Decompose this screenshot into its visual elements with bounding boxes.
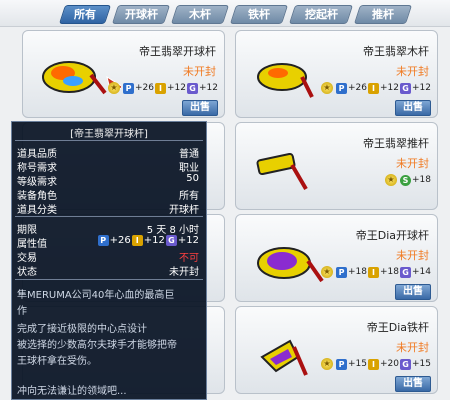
- control-icon: I: [368, 266, 379, 278]
- star-icon: ★: [108, 82, 120, 94]
- item-card[interactable]: 帝王Dia铁杆 未开封 ★ P +15 I +20 G +15 出售: [235, 306, 438, 394]
- item-name: 帝王Dia开球杆: [355, 229, 429, 242]
- power-icon: P: [336, 266, 347, 278]
- item-tooltip: [帝王翡翠开球杆] 道具品质 普通 称号需求 职业 等级需求 50 装备角色 所有 道具…: [11, 121, 207, 400]
- tab-wood[interactable]: 木杆: [170, 5, 230, 24]
- divider: [15, 279, 203, 280]
- item-card[interactable]: 帝王翡翠推杆 未开封 ★ S +18: [235, 122, 438, 210]
- iron-club-icon: [260, 339, 308, 376]
- star-icon: ★: [321, 266, 333, 278]
- tooltip-row: 交易 不可: [17, 253, 199, 264]
- control-icon: I: [131, 235, 143, 246]
- tooltip-row: 等级需求 50: [17, 173, 199, 188]
- description-line: 完成了接近极限的中心点设计: [17, 324, 147, 335]
- category-tabs: 所有 开球杆 木杆 铁杆 挖起杆 推杆: [0, 0, 450, 27]
- description-line: 被选择的少数高尔夫球手才能够把帝: [17, 340, 177, 351]
- tooltip-row: 道具分类 开球杆: [17, 205, 199, 216]
- driver-club-icon: [257, 247, 324, 283]
- putter-club-icon: [256, 152, 308, 191]
- star-icon: ★: [321, 358, 333, 370]
- sell-button[interactable]: 出售: [395, 376, 431, 392]
- description-line: 隼MERUMA公司40年心血的最高巨: [17, 290, 175, 301]
- control-icon: I: [368, 358, 379, 370]
- power-icon: P: [97, 235, 109, 246]
- sell-button[interactable]: 出售: [395, 284, 431, 300]
- item-status: 未开封: [396, 65, 429, 78]
- item-card[interactable]: 帝王Dia开球杆 未开封 ★ P +18 I +18 G +14 出售: [235, 214, 438, 302]
- tab-driver[interactable]: 开球杆: [111, 5, 171, 24]
- spin-icon: G: [400, 82, 411, 94]
- attr-values: P +26 I +12 G +12: [97, 235, 199, 246]
- item-status: 未开封: [396, 341, 429, 354]
- tooltip-title: [帝王翡翠开球杆]: [70, 129, 148, 140]
- tab-putter[interactable]: 推杆: [353, 5, 413, 24]
- item-name: 帝王翡翠开球杆: [139, 45, 216, 58]
- spin-icon: G: [187, 82, 198, 94]
- divider: [15, 216, 203, 217]
- sell-button[interactable]: 出售: [395, 100, 431, 116]
- tab-all[interactable]: 所有: [58, 5, 112, 24]
- item-stats: ★ P +15 I +20 G +15: [321, 357, 431, 371]
- item-card[interactable]: 帝王翡翠开球杆 未开封 ★ P +26 I +12 G +12 出售: [22, 30, 225, 118]
- tooltip-row: 称号需求 职业: [17, 163, 199, 174]
- tooltip-row: 状态 未开封: [17, 267, 199, 278]
- description-line: 作: [17, 306, 27, 317]
- spin-icon: G: [400, 358, 411, 370]
- tab-wedge[interactable]: 挖起杆: [288, 5, 354, 24]
- item-name: 帝王翡翠木杆: [363, 45, 429, 58]
- divider: [15, 140, 203, 141]
- item-name: 帝王Dia铁杆: [366, 321, 429, 334]
- tooltip-row: 期限 5 天 8 小时: [17, 225, 199, 236]
- item-card[interactable]: 帝王翡翠木杆 未开封 ★ P +26 I +12 G +12 出售: [235, 30, 438, 118]
- tooltip-row: 道具品质 普通: [17, 149, 199, 160]
- wood-club-icon: [257, 63, 314, 98]
- star-icon: ★: [321, 82, 333, 94]
- item-name: 帝王翡翠推杆: [363, 137, 429, 150]
- power-icon: P: [336, 82, 347, 94]
- tooltip-row: 装备角色 所有: [17, 191, 199, 202]
- item-stats: ★ P +18 I +18 G +14: [321, 265, 431, 279]
- control-icon: I: [368, 82, 379, 94]
- item-stats: ★ P +26 I +12 G +12: [321, 81, 431, 95]
- spin-icon: G: [400, 266, 411, 278]
- description-line: 王球杆拿在受伤。: [17, 356, 97, 367]
- driver-club-icon: [42, 61, 121, 95]
- sell-button[interactable]: 出售: [182, 100, 218, 116]
- item-stats: ★ P +26 I +12 G +12: [108, 81, 218, 95]
- item-status: 未开封: [396, 157, 429, 170]
- tab-iron[interactable]: 铁杆: [229, 5, 289, 24]
- power-icon: P: [123, 82, 134, 94]
- tooltip-row: 属性值 P +26 I +12 G +12: [17, 235, 199, 250]
- control-icon: I: [155, 82, 166, 94]
- item-status: 未开封: [183, 65, 216, 78]
- item-status: 未开封: [396, 249, 429, 262]
- description-line: 冲向无法谦让的领域吧...: [17, 386, 127, 397]
- spin-icon: G: [165, 235, 177, 246]
- power-icon: P: [336, 358, 347, 370]
- item-stats: ★ S +18: [385, 173, 431, 187]
- stat-s-icon: S: [400, 174, 411, 186]
- star-icon: ★: [385, 174, 397, 186]
